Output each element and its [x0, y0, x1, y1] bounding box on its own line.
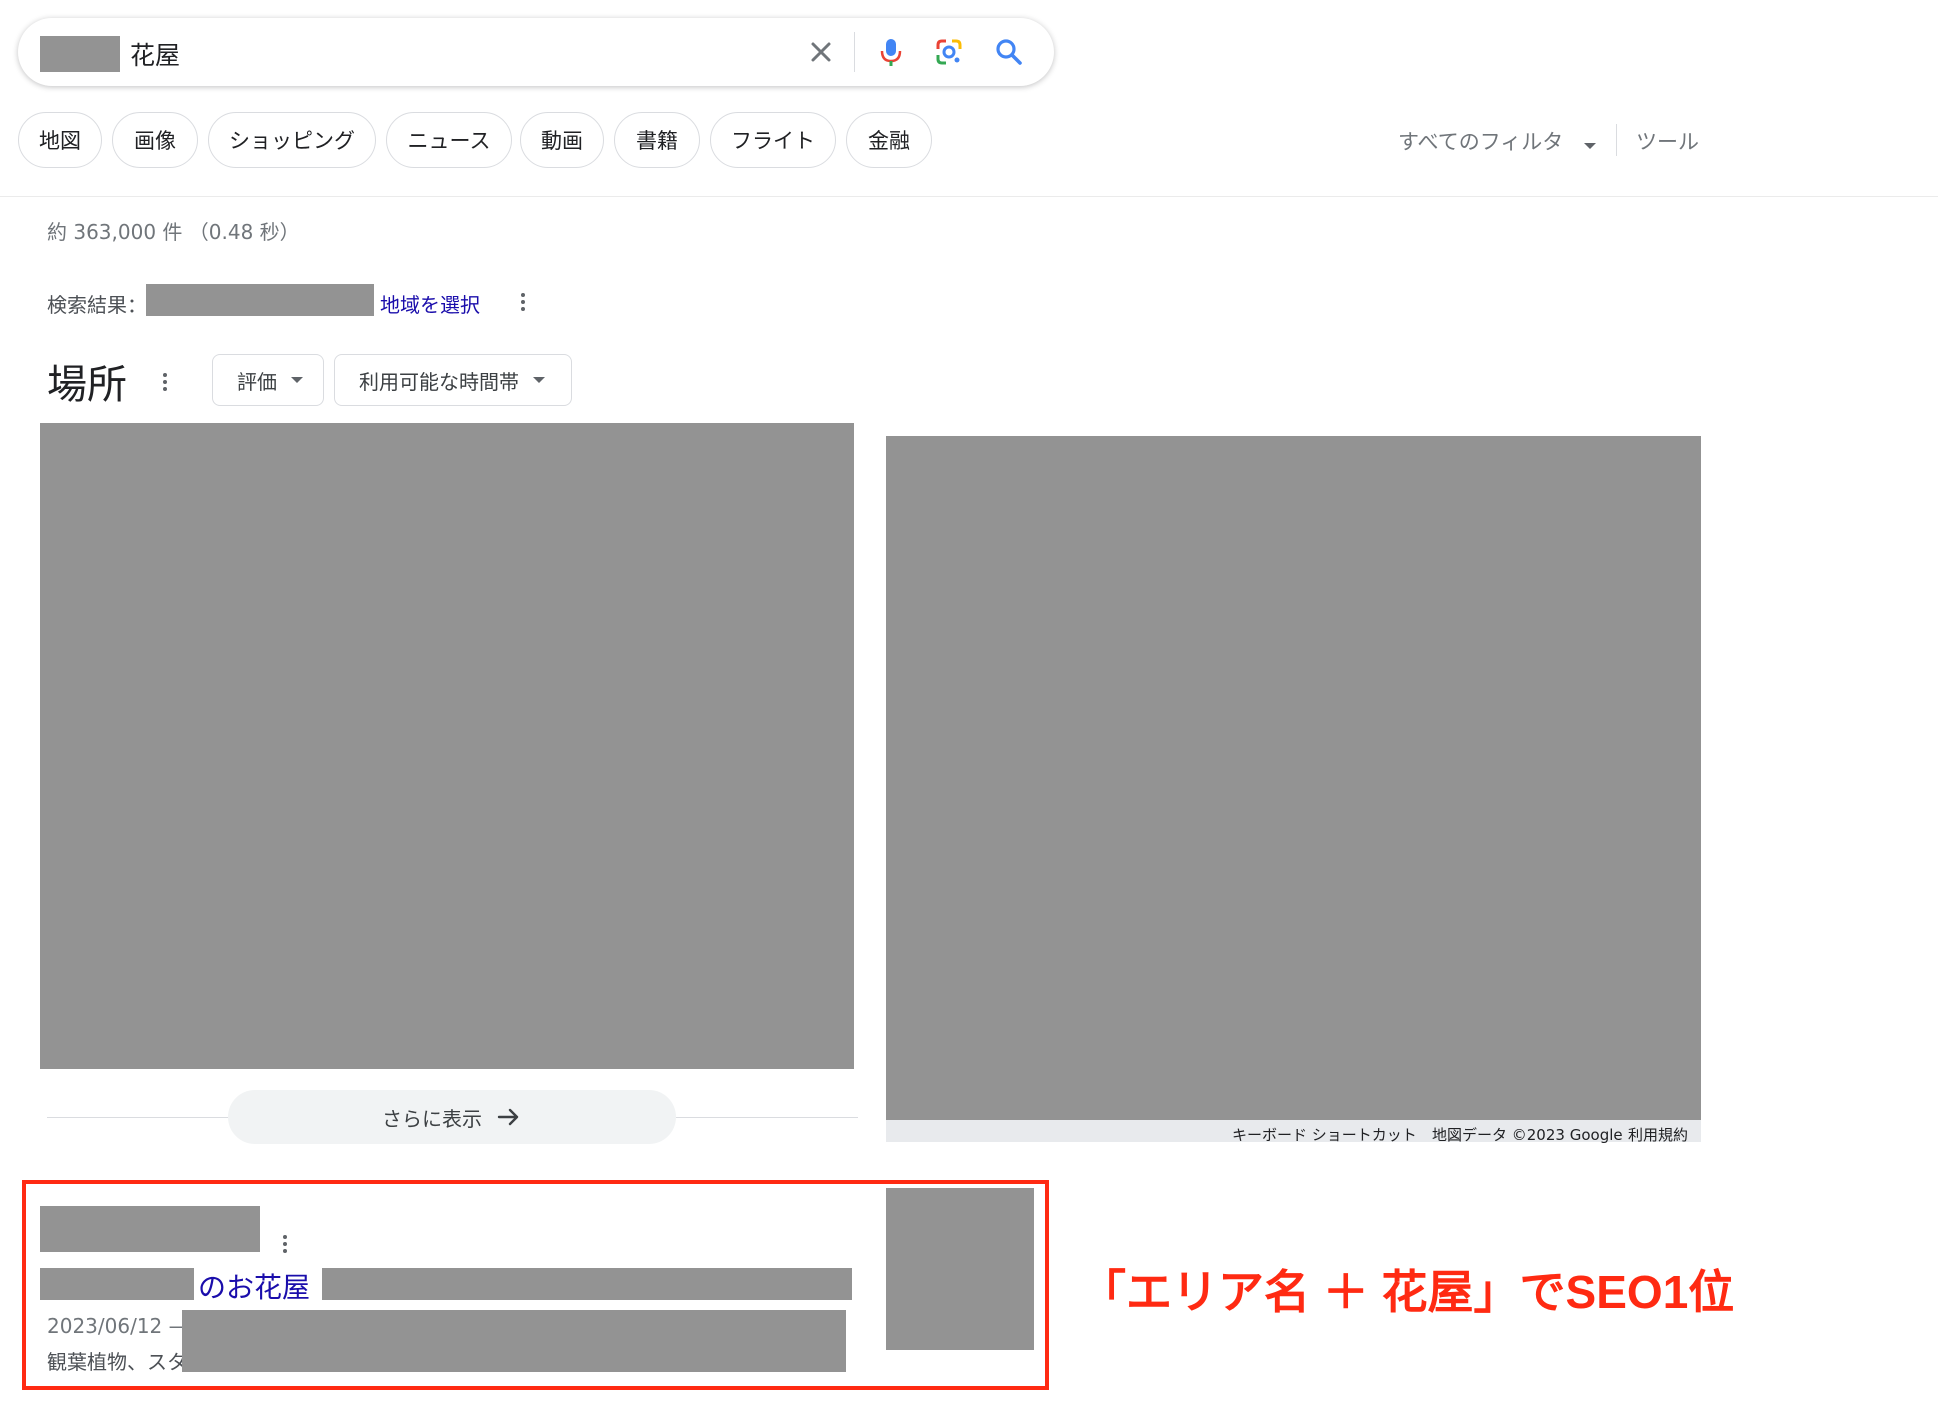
tools-divider [1616, 124, 1617, 156]
result-date: 2023/06/12 — [47, 1314, 189, 1338]
map-terms[interactable]: 利用規約 [1628, 1124, 1688, 1145]
places-title: 場所 [47, 362, 127, 408]
search-input[interactable]: 花屋 [130, 36, 180, 72]
filter-rating[interactable]: 評価 [212, 354, 324, 406]
chip-finance[interactable]: 金融 [846, 112, 932, 168]
show-more-button[interactable]: さらに表示 [228, 1090, 676, 1144]
result-more-icon[interactable] [282, 1232, 288, 1256]
search-bar[interactable]: 花屋 [18, 18, 1054, 86]
more-divider-right [676, 1117, 858, 1118]
close-icon[interactable] [804, 35, 838, 69]
chip-books[interactable]: 書籍 [614, 112, 700, 168]
map-shortcuts[interactable]: キーボード ショートカット [1232, 1124, 1417, 1145]
filter-hours[interactable]: 利用可能な時間帯 [334, 354, 572, 406]
redacted-area-name [40, 36, 120, 72]
microphone-icon[interactable] [874, 35, 908, 69]
search-icon[interactable] [992, 35, 1026, 69]
chip-shopping[interactable]: ショッピング [208, 112, 376, 168]
chip-images[interactable]: 画像 [112, 112, 198, 168]
chip-videos[interactable]: 動画 [520, 112, 604, 168]
redacted-map[interactable] [886, 436, 1701, 1120]
chip-news[interactable]: ニュース [386, 112, 512, 168]
redacted-place-list [40, 423, 854, 1069]
chevron-down-icon [1583, 143, 1596, 149]
filter-rating-label: 評価 [237, 369, 277, 394]
redacted-location [146, 284, 374, 316]
header-divider [0, 196, 1938, 197]
result-title-link[interactable]: のお花屋 [198, 1266, 310, 1306]
redacted-site-name [40, 1206, 260, 1252]
select-region-link[interactable]: 地域を選択 [380, 289, 480, 318]
lens-icon[interactable] [932, 35, 966, 69]
redacted-thumbnail[interactable] [886, 1188, 1034, 1350]
chevron-down-icon [291, 377, 303, 383]
chip-flights[interactable]: フライト [710, 112, 836, 168]
redacted-title-start [40, 1268, 194, 1300]
more-divider-left [47, 1117, 228, 1118]
redacted-title-end [322, 1268, 852, 1300]
arrow-right-icon [497, 1108, 519, 1126]
result-stats: 約 363,000 件 （0.48 秒） [47, 220, 300, 244]
region-label: 検索結果： [47, 293, 147, 317]
all-filters-button[interactable]: すべてのフィルタ [1398, 126, 1596, 156]
result-snippet: 観葉植物、スタ [47, 1350, 187, 1374]
chevron-down-icon [533, 377, 545, 383]
region-more-icon[interactable] [520, 290, 526, 314]
places-more-icon[interactable] [162, 370, 168, 394]
all-filters-label: すべてのフィルタ [1398, 130, 1564, 154]
map-data-credit: 地図データ ©2023 Google [1432, 1126, 1623, 1144]
tools-button[interactable]: ツール [1636, 126, 1699, 156]
show-more-label: さらに表示 [382, 1106, 482, 1131]
seo-annotation: 「エリア名 ＋ 花屋」でSEO1位 [1080, 1266, 1735, 1318]
chip-maps[interactable]: 地図 [18, 112, 102, 168]
search-divider [854, 32, 855, 72]
filter-hours-label: 利用可能な時間帯 [359, 369, 519, 394]
redacted-snippet [182, 1310, 846, 1372]
